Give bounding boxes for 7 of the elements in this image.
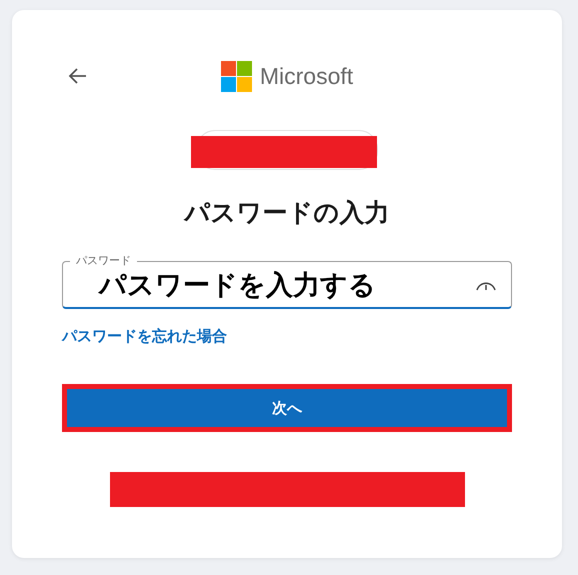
field-label: パスワード [70,253,137,268]
microsoft-logo-icon [220,60,252,92]
forgot-password-link[interactable]: パスワードを忘れた場合 [62,327,227,346]
page-title: パスワードの入力 [182,197,390,229]
next-button[interactable]: 次へ [62,384,512,432]
logo-text: Microsoft [260,62,354,90]
annotation-text: パスワードを入力する [99,268,377,302]
